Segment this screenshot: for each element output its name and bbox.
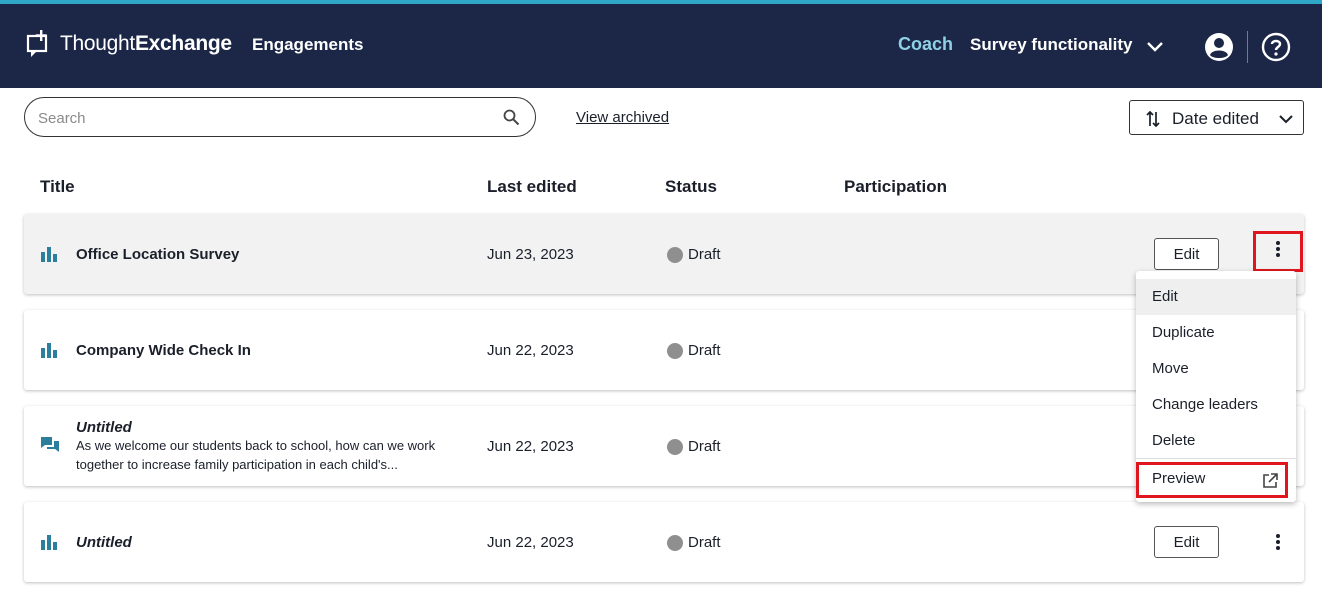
chevron-down-icon[interactable] xyxy=(1145,37,1165,62)
engagement-row[interactable]: Office Location Survey Jun 23, 2023 Draf… xyxy=(24,214,1304,294)
search-icon[interactable] xyxy=(503,109,520,131)
column-header-status[interactable]: Status xyxy=(665,177,717,197)
kebab-menu-icon xyxy=(1275,240,1281,263)
search-input[interactable] xyxy=(38,107,498,129)
edit-button[interactable]: Edit xyxy=(1154,526,1219,558)
row-title[interactable]: Untitled xyxy=(76,534,132,551)
status-badge: Draft xyxy=(667,438,721,455)
account-icon[interactable] xyxy=(1204,32,1234,67)
menu-item-preview[interactable]: Preview xyxy=(1136,462,1288,498)
status-badge: Draft xyxy=(667,534,721,551)
bar-chart-icon xyxy=(40,534,60,555)
sort-label: Date edited xyxy=(1172,109,1259,128)
row-description: As we welcome our students back to schoo… xyxy=(76,438,436,472)
row-last-edited: Jun 22, 2023 xyxy=(487,438,574,455)
preview-label: Preview xyxy=(1152,470,1206,487)
status-badge: Draft xyxy=(667,246,721,263)
chat-icon xyxy=(40,436,60,459)
status-dot xyxy=(667,246,683,263)
kebab-menu-icon[interactable] xyxy=(1275,533,1281,556)
row-last-edited: Jun 22, 2023 xyxy=(487,342,574,359)
search-box xyxy=(24,97,536,137)
thoughtexchange-logo[interactable]: ThoughtExchange xyxy=(26,30,232,58)
column-header-participation[interactable]: Participation xyxy=(844,177,947,197)
menu-item-change-leaders[interactable]: Change leaders xyxy=(1136,387,1296,423)
nav-coach-link[interactable]: Coach xyxy=(898,34,953,55)
nav-engagements-link[interactable]: Engagements xyxy=(252,35,363,55)
column-header-title[interactable]: Title xyxy=(40,177,75,197)
view-archived-link[interactable]: View archived xyxy=(576,109,669,126)
bar-chart-icon xyxy=(40,342,60,363)
org-selector-label[interactable]: Survey functionality xyxy=(970,35,1132,55)
status-badge: Draft xyxy=(667,342,721,359)
more-options-button[interactable] xyxy=(1253,231,1303,272)
menu-item-duplicate[interactable]: Duplicate xyxy=(1136,315,1296,351)
logo-text: ThoughtExchange xyxy=(60,32,232,55)
engagement-row[interactable]: Untitled As we welcome our students back… xyxy=(24,406,1304,486)
row-last-edited: Jun 22, 2023 xyxy=(487,534,574,551)
chevron-down-icon xyxy=(1278,112,1294,131)
sort-icon xyxy=(1145,110,1161,133)
external-link-icon xyxy=(1262,473,1278,494)
top-nav-bar: ThoughtExchange Engagements Coach Survey… xyxy=(0,0,1322,88)
edit-button[interactable]: Edit xyxy=(1154,238,1219,270)
engagement-row[interactable]: Company Wide Check In Jun 22, 2023 Draft xyxy=(24,310,1304,390)
status-dot xyxy=(667,534,683,551)
nav-divider xyxy=(1247,31,1248,63)
logo-icon xyxy=(26,30,52,58)
column-header-last-edited[interactable]: Last edited xyxy=(487,177,577,197)
row-title[interactable]: Untitled xyxy=(76,419,132,436)
help-icon[interactable] xyxy=(1261,32,1291,67)
menu-divider xyxy=(1136,458,1296,459)
menu-item-move[interactable]: Move xyxy=(1136,351,1296,387)
bar-chart-icon xyxy=(40,246,60,267)
status-dot xyxy=(667,438,683,455)
row-last-edited: Jun 23, 2023 xyxy=(487,246,574,263)
menu-item-edit[interactable]: Edit xyxy=(1136,279,1296,315)
sort-dropdown[interactable]: Date edited xyxy=(1129,100,1304,135)
row-title[interactable]: Company Wide Check In xyxy=(76,342,251,359)
menu-item-delete[interactable]: Delete xyxy=(1136,423,1296,459)
status-dot xyxy=(667,342,683,359)
row-title[interactable]: Office Location Survey xyxy=(76,246,239,263)
engagement-row[interactable]: Untitled Jun 22, 2023 Draft Edit xyxy=(24,502,1304,582)
